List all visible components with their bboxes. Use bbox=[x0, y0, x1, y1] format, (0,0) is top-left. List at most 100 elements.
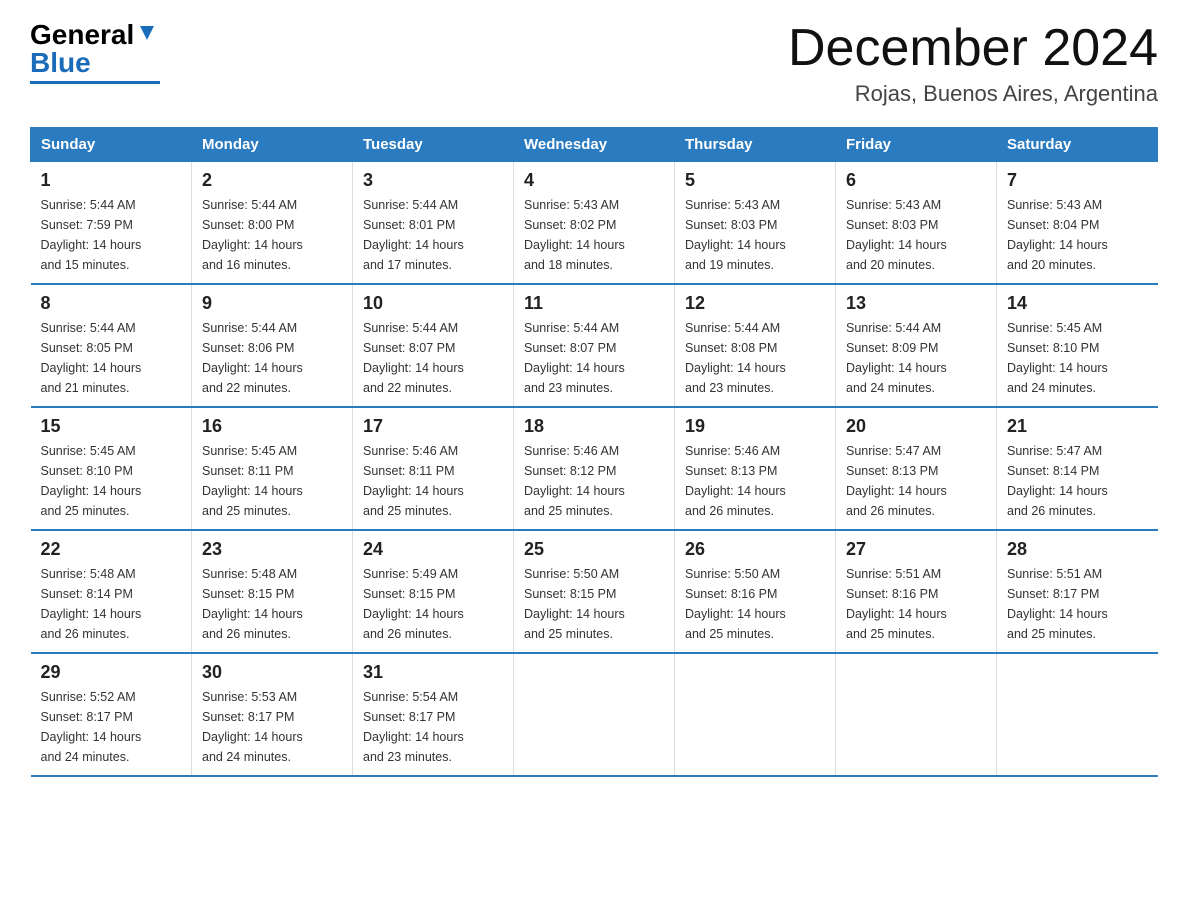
title-area: December 2024 Rojas, Buenos Aires, Argen… bbox=[788, 20, 1158, 107]
day-number: 23 bbox=[202, 539, 342, 560]
day-info: Sunrise: 5:52 AM Sunset: 8:17 PM Dayligh… bbox=[41, 687, 182, 767]
table-row: 19 Sunrise: 5:46 AM Sunset: 8:13 PM Dayl… bbox=[675, 407, 836, 530]
day-number: 24 bbox=[363, 539, 503, 560]
day-info: Sunrise: 5:44 AM Sunset: 8:01 PM Dayligh… bbox=[363, 195, 503, 275]
day-number: 5 bbox=[685, 170, 825, 191]
logo-general-text: General bbox=[30, 21, 134, 49]
table-row: 20 Sunrise: 5:47 AM Sunset: 8:13 PM Dayl… bbox=[836, 407, 997, 530]
page-header: General Blue December 2024 Rojas, Buenos… bbox=[30, 20, 1158, 107]
header-tuesday: Tuesday bbox=[353, 128, 514, 162]
table-row: 2 Sunrise: 5:44 AM Sunset: 8:00 PM Dayli… bbox=[192, 162, 353, 285]
table-row: 6 Sunrise: 5:43 AM Sunset: 8:03 PM Dayli… bbox=[836, 162, 997, 285]
day-info: Sunrise: 5:51 AM Sunset: 8:17 PM Dayligh… bbox=[1007, 564, 1148, 644]
day-number: 19 bbox=[685, 416, 825, 437]
day-info: Sunrise: 5:49 AM Sunset: 8:15 PM Dayligh… bbox=[363, 564, 503, 644]
day-info: Sunrise: 5:45 AM Sunset: 8:10 PM Dayligh… bbox=[1007, 318, 1148, 398]
calendar-table: Sunday Monday Tuesday Wednesday Thursday… bbox=[30, 127, 1158, 777]
day-info: Sunrise: 5:44 AM Sunset: 8:00 PM Dayligh… bbox=[202, 195, 342, 275]
day-number: 16 bbox=[202, 416, 342, 437]
calendar-week-row: 8 Sunrise: 5:44 AM Sunset: 8:05 PM Dayli… bbox=[31, 284, 1158, 407]
table-row: 9 Sunrise: 5:44 AM Sunset: 8:06 PM Dayli… bbox=[192, 284, 353, 407]
table-row: 28 Sunrise: 5:51 AM Sunset: 8:17 PM Dayl… bbox=[997, 530, 1158, 653]
table-row: 8 Sunrise: 5:44 AM Sunset: 8:05 PM Dayli… bbox=[31, 284, 192, 407]
day-info: Sunrise: 5:43 AM Sunset: 8:04 PM Dayligh… bbox=[1007, 195, 1148, 275]
day-number: 2 bbox=[202, 170, 342, 191]
day-info: Sunrise: 5:53 AM Sunset: 8:17 PM Dayligh… bbox=[202, 687, 342, 767]
day-number: 25 bbox=[524, 539, 664, 560]
logo-underline bbox=[30, 81, 160, 84]
table-row bbox=[997, 653, 1158, 776]
header-wednesday: Wednesday bbox=[514, 128, 675, 162]
day-info: Sunrise: 5:46 AM Sunset: 8:13 PM Dayligh… bbox=[685, 441, 825, 521]
header-saturday: Saturday bbox=[997, 128, 1158, 162]
day-number: 14 bbox=[1007, 293, 1148, 314]
calendar-header-row: Sunday Monday Tuesday Wednesday Thursday… bbox=[31, 128, 1158, 162]
table-row: 15 Sunrise: 5:45 AM Sunset: 8:10 PM Dayl… bbox=[31, 407, 192, 530]
day-number: 6 bbox=[846, 170, 986, 191]
day-number: 30 bbox=[202, 662, 342, 683]
day-number: 15 bbox=[41, 416, 182, 437]
table-row: 7 Sunrise: 5:43 AM Sunset: 8:04 PM Dayli… bbox=[997, 162, 1158, 285]
table-row: 3 Sunrise: 5:44 AM Sunset: 8:01 PM Dayli… bbox=[353, 162, 514, 285]
table-row: 17 Sunrise: 5:46 AM Sunset: 8:11 PM Dayl… bbox=[353, 407, 514, 530]
day-info: Sunrise: 5:45 AM Sunset: 8:10 PM Dayligh… bbox=[41, 441, 182, 521]
day-number: 31 bbox=[363, 662, 503, 683]
day-number: 4 bbox=[524, 170, 664, 191]
day-info: Sunrise: 5:44 AM Sunset: 8:07 PM Dayligh… bbox=[363, 318, 503, 398]
day-info: Sunrise: 5:46 AM Sunset: 8:11 PM Dayligh… bbox=[363, 441, 503, 521]
logo: General Blue bbox=[30, 20, 160, 84]
day-number: 11 bbox=[524, 293, 664, 314]
day-info: Sunrise: 5:44 AM Sunset: 8:09 PM Dayligh… bbox=[846, 318, 986, 398]
table-row: 27 Sunrise: 5:51 AM Sunset: 8:16 PM Dayl… bbox=[836, 530, 997, 653]
day-number: 21 bbox=[1007, 416, 1148, 437]
table-row: 12 Sunrise: 5:44 AM Sunset: 8:08 PM Dayl… bbox=[675, 284, 836, 407]
table-row: 24 Sunrise: 5:49 AM Sunset: 8:15 PM Dayl… bbox=[353, 530, 514, 653]
table-row: 21 Sunrise: 5:47 AM Sunset: 8:14 PM Dayl… bbox=[997, 407, 1158, 530]
table-row: 23 Sunrise: 5:48 AM Sunset: 8:15 PM Dayl… bbox=[192, 530, 353, 653]
day-number: 9 bbox=[202, 293, 342, 314]
table-row bbox=[836, 653, 997, 776]
day-number: 20 bbox=[846, 416, 986, 437]
calendar-week-row: 29 Sunrise: 5:52 AM Sunset: 8:17 PM Dayl… bbox=[31, 653, 1158, 776]
day-number: 29 bbox=[41, 662, 182, 683]
day-info: Sunrise: 5:46 AM Sunset: 8:12 PM Dayligh… bbox=[524, 441, 664, 521]
day-info: Sunrise: 5:44 AM Sunset: 8:06 PM Dayligh… bbox=[202, 318, 342, 398]
day-info: Sunrise: 5:44 AM Sunset: 8:07 PM Dayligh… bbox=[524, 318, 664, 398]
day-info: Sunrise: 5:50 AM Sunset: 8:15 PM Dayligh… bbox=[524, 564, 664, 644]
month-title: December 2024 bbox=[788, 20, 1158, 77]
table-row bbox=[675, 653, 836, 776]
day-number: 26 bbox=[685, 539, 825, 560]
day-info: Sunrise: 5:54 AM Sunset: 8:17 PM Dayligh… bbox=[363, 687, 503, 767]
day-number: 28 bbox=[1007, 539, 1148, 560]
table-row: 31 Sunrise: 5:54 AM Sunset: 8:17 PM Dayl… bbox=[353, 653, 514, 776]
day-number: 12 bbox=[685, 293, 825, 314]
calendar-week-row: 15 Sunrise: 5:45 AM Sunset: 8:10 PM Dayl… bbox=[31, 407, 1158, 530]
table-row: 26 Sunrise: 5:50 AM Sunset: 8:16 PM Dayl… bbox=[675, 530, 836, 653]
day-number: 3 bbox=[363, 170, 503, 191]
day-number: 8 bbox=[41, 293, 182, 314]
table-row: 16 Sunrise: 5:45 AM Sunset: 8:11 PM Dayl… bbox=[192, 407, 353, 530]
day-number: 13 bbox=[846, 293, 986, 314]
table-row: 13 Sunrise: 5:44 AM Sunset: 8:09 PM Dayl… bbox=[836, 284, 997, 407]
table-row: 11 Sunrise: 5:44 AM Sunset: 8:07 PM Dayl… bbox=[514, 284, 675, 407]
table-row bbox=[514, 653, 675, 776]
day-number: 10 bbox=[363, 293, 503, 314]
day-number: 1 bbox=[41, 170, 182, 191]
logo-triangle-icon bbox=[136, 22, 158, 44]
day-info: Sunrise: 5:50 AM Sunset: 8:16 PM Dayligh… bbox=[685, 564, 825, 644]
table-row: 5 Sunrise: 5:43 AM Sunset: 8:03 PM Dayli… bbox=[675, 162, 836, 285]
header-friday: Friday bbox=[836, 128, 997, 162]
table-row: 30 Sunrise: 5:53 AM Sunset: 8:17 PM Dayl… bbox=[192, 653, 353, 776]
table-row: 1 Sunrise: 5:44 AM Sunset: 7:59 PM Dayli… bbox=[31, 162, 192, 285]
day-info: Sunrise: 5:51 AM Sunset: 8:16 PM Dayligh… bbox=[846, 564, 986, 644]
table-row: 29 Sunrise: 5:52 AM Sunset: 8:17 PM Dayl… bbox=[31, 653, 192, 776]
table-row: 22 Sunrise: 5:48 AM Sunset: 8:14 PM Dayl… bbox=[31, 530, 192, 653]
table-row: 25 Sunrise: 5:50 AM Sunset: 8:15 PM Dayl… bbox=[514, 530, 675, 653]
day-number: 22 bbox=[41, 539, 182, 560]
location-subtitle: Rojas, Buenos Aires, Argentina bbox=[788, 81, 1158, 107]
header-monday: Monday bbox=[192, 128, 353, 162]
day-number: 18 bbox=[524, 416, 664, 437]
day-info: Sunrise: 5:44 AM Sunset: 7:59 PM Dayligh… bbox=[41, 195, 182, 275]
day-number: 27 bbox=[846, 539, 986, 560]
day-number: 17 bbox=[363, 416, 503, 437]
